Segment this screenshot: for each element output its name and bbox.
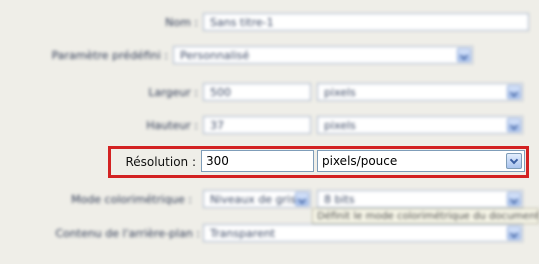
chevron-down-icon[interactable]	[507, 118, 521, 132]
preset-select[interactable]: Personnalisé	[173, 46, 473, 64]
height-unit-value: pixels	[324, 119, 356, 132]
chevron-down-icon[interactable]	[507, 226, 521, 240]
preset-select-value: Personnalisé	[180, 49, 250, 62]
blurred-form-area: Nom : Sans titre-1 Paramètre prédéfini :…	[0, 0, 539, 264]
new-document-dialog: Nom : Sans titre-1 Paramètre prédéfini :…	[0, 0, 539, 264]
width-unit-select[interactable]: pixels	[317, 83, 523, 101]
chevron-down-icon[interactable]	[295, 192, 309, 206]
name-label: Nom :	[165, 16, 198, 29]
bit-depth-value: 8 bits	[324, 193, 355, 206]
height-input[interactable]: 37	[203, 116, 311, 134]
width-unit-value: pixels	[324, 86, 356, 99]
background-label: Contenu de l'arrière-plan :	[55, 227, 200, 240]
background-value: Transparent	[210, 227, 276, 240]
bit-depth-select[interactable]: 8 bits	[317, 190, 523, 208]
height-unit-select[interactable]: pixels	[317, 116, 523, 134]
highlight-box	[108, 146, 529, 178]
color-mode-value: Niveaux de gris	[210, 193, 296, 206]
preset-label: Paramètre prédéfini :	[51, 49, 168, 62]
chevron-down-icon[interactable]	[457, 48, 471, 62]
color-mode-select[interactable]: Niveaux de gris	[203, 190, 311, 208]
color-mode-label: Mode colorimétrique :	[71, 193, 192, 206]
name-input[interactable]: Sans titre-1	[203, 13, 529, 31]
height-label: Hauteur :	[146, 119, 198, 132]
tooltip: Définit le mode colorimétrique du docume…	[312, 208, 539, 224]
background-select[interactable]: Transparent	[203, 224, 523, 242]
chevron-down-icon[interactable]	[507, 85, 521, 99]
width-input[interactable]: 500	[203, 83, 311, 101]
chevron-down-icon[interactable]	[507, 192, 521, 206]
width-label: Largeur :	[148, 86, 198, 99]
